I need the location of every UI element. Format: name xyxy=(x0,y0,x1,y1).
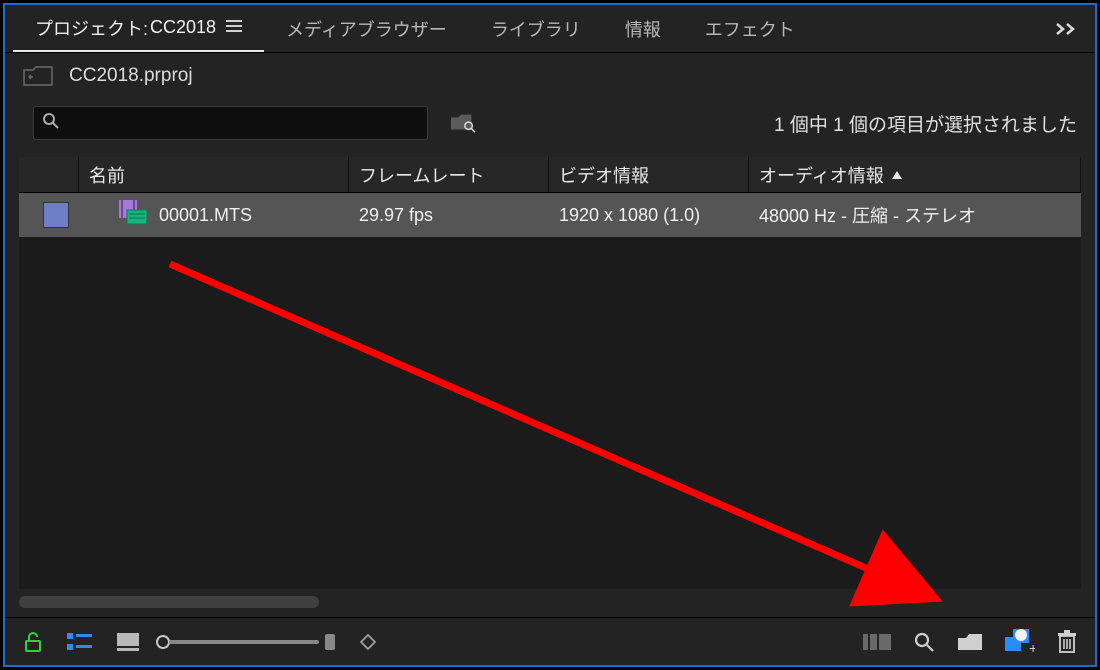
cell-audio-info: 48000 Hz - 圧縮 - ステレオ xyxy=(759,202,976,228)
new-item-icon[interactable]: + xyxy=(1005,629,1035,655)
svg-text:+: + xyxy=(1029,640,1035,655)
column-select[interactable] xyxy=(19,157,79,192)
icon-view-icon[interactable] xyxy=(117,633,139,651)
zoom-slider[interactable] xyxy=(163,634,335,650)
column-framerate[interactable]: フレームレート xyxy=(349,157,549,192)
horizontal-scrollbar[interactable] xyxy=(19,595,1081,609)
video-clip-icon xyxy=(119,200,147,231)
project-filename: CC2018.prproj xyxy=(69,65,193,87)
folder-up-icon[interactable] xyxy=(23,65,53,87)
tab-project-prefix: プロジェクト: xyxy=(35,15,148,41)
tab-effects-label: エフェクト xyxy=(705,16,795,42)
tab-library[interactable]: ライブラリ xyxy=(469,5,603,52)
row-selection-box[interactable] xyxy=(43,202,69,228)
panel-footer: + xyxy=(5,617,1095,665)
sort-asc-icon xyxy=(890,169,904,181)
table-row[interactable]: 00001.MTS 29.97 fps 1920 x 1080 (1.0) 48… xyxy=(19,193,1081,237)
column-name[interactable]: 名前 xyxy=(79,157,349,192)
tab-info[interactable]: 情報 xyxy=(603,5,683,52)
search-icon xyxy=(42,112,60,135)
find-in-bin-icon[interactable] xyxy=(450,112,476,134)
column-name-label: 名前 xyxy=(89,162,125,188)
trash-icon[interactable] xyxy=(1057,630,1077,654)
column-video-info[interactable]: ビデオ情報 xyxy=(549,157,749,192)
project-table: 名前 フレームレート ビデオ情報 オーディオ情報 xyxy=(19,157,1081,589)
tab-media-browser-label: メディアブラウザー xyxy=(286,16,447,42)
search-row: 1 個中 1 個の項目が選択されました xyxy=(5,99,1095,147)
list-view-icon[interactable] xyxy=(67,632,93,652)
auto-sequence-icon[interactable] xyxy=(863,632,891,652)
sort-icon[interactable] xyxy=(359,633,377,651)
cell-video-info: 1920 x 1080 (1.0) xyxy=(559,205,700,226)
tabs-overflow-icon[interactable] xyxy=(1045,16,1087,42)
selection-status: 1 個中 1 個の項目が選択されました xyxy=(774,110,1077,137)
new-bin-icon[interactable] xyxy=(957,632,983,652)
panel-menu-icon[interactable] xyxy=(226,17,242,38)
column-audio-info[interactable]: オーディオ情報 xyxy=(749,157,1081,192)
tab-effects[interactable]: エフェクト xyxy=(683,5,817,52)
tab-info-label: 情報 xyxy=(625,16,661,42)
zoom-track[interactable] xyxy=(169,640,319,644)
lock-icon[interactable] xyxy=(23,631,43,653)
column-video-info-label: ビデオ情報 xyxy=(559,162,649,188)
table-header: 名前 フレームレート ビデオ情報 オーディオ情報 xyxy=(19,157,1081,193)
tab-library-label: ライブラリ xyxy=(491,16,581,42)
project-header: CC2018.prproj xyxy=(5,53,1095,99)
search-box[interactable] xyxy=(33,106,428,140)
find-icon[interactable] xyxy=(913,631,935,653)
zoom-max-icon xyxy=(325,634,335,650)
column-audio-info-label: オーディオ情報 xyxy=(759,162,884,188)
column-framerate-label: フレームレート xyxy=(359,162,484,188)
zoom-knob[interactable] xyxy=(156,635,170,649)
tab-project[interactable]: プロジェクト: CC2018 xyxy=(13,5,264,52)
scrollbar-thumb[interactable] xyxy=(19,596,319,608)
tab-media-browser[interactable]: メディアブラウザー xyxy=(264,5,469,52)
cell-framerate: 29.97 fps xyxy=(359,205,433,226)
search-input[interactable] xyxy=(60,114,419,132)
tab-project-name: CC2018 xyxy=(150,17,216,38)
panel-tabs: プロジェクト: CC2018 メディアブラウザー ライブラリ 情報 エフェクト xyxy=(5,5,1095,53)
cell-name: 00001.MTS xyxy=(159,205,252,226)
